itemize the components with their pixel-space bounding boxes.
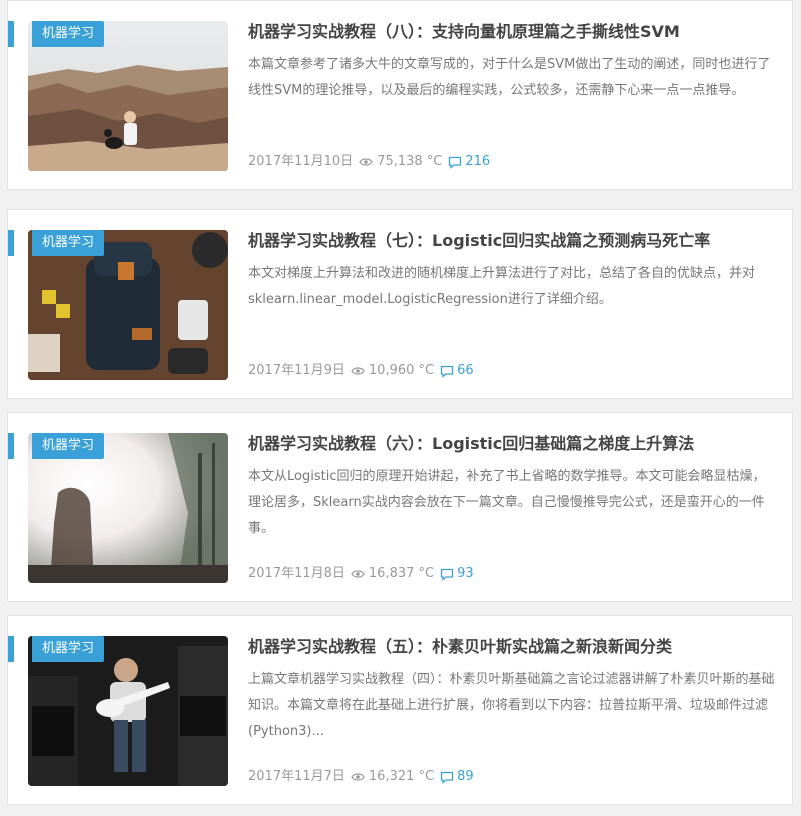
article-card[interactable]: 机器学习 机器学习实战教程（五）：朴素贝叶斯实战篇之新浪新闻分类 上篇文章机器学… bbox=[7, 615, 793, 805]
category-tag-bar bbox=[8, 433, 14, 459]
article-card[interactable]: 机器学习 机器学习实战教程（六）：Logistic回归基础篇之梯度上升算法 本文… bbox=[7, 412, 793, 602]
publish-date: 2017年11月8日 bbox=[248, 566, 345, 581]
category-tag[interactable]: 机器学习 bbox=[32, 433, 105, 459]
comment-count[interactable]: 89 bbox=[457, 767, 474, 787]
comment-count[interactable]: 66 bbox=[457, 361, 474, 381]
comment-icon[interactable] bbox=[440, 568, 454, 581]
category-tag-bar bbox=[8, 21, 14, 47]
category-tag-bar bbox=[8, 636, 14, 662]
comment-icon[interactable] bbox=[440, 771, 454, 784]
article-card[interactable]: 机器学习 机器学习实战教程（七）：Logistic回归实战篇之预测病马死亡率 本… bbox=[7, 209, 793, 399]
comment-count[interactable]: 93 bbox=[457, 564, 474, 584]
view-count: 75,138 °C bbox=[377, 154, 443, 169]
article-title[interactable]: 机器学习实战教程（八）：支持向量机原理篇之手撕线性SVM bbox=[248, 21, 778, 43]
view-count: 10,960 °C bbox=[368, 363, 435, 378]
eye-icon bbox=[351, 366, 365, 376]
comment-count[interactable]: 216 bbox=[465, 152, 490, 172]
category-tag[interactable]: 机器学习 bbox=[32, 21, 105, 47]
article-excerpt: 本文对梯度上升算法和改进的随机梯度上升算法进行了对比，总结了各自的优缺点，并对s… bbox=[248, 266, 756, 307]
article-excerpt: 本篇文章参考了诸多大牛的文章写成的，对于什么是SVM做出了生动的阐述，同时也进行… bbox=[248, 57, 771, 98]
article-card[interactable]: 机器学习 机器学习实战教程（八）：支持向量机原理篇之手撕线性SVM 本篇文章参考… bbox=[7, 0, 793, 190]
category-tag-bar bbox=[8, 230, 14, 256]
article-meta: 2017年11月10日 75,138 °C 216 bbox=[248, 152, 490, 172]
article-title[interactable]: 机器学习实战教程（七）：Logistic回归实战篇之预测病马死亡率 bbox=[248, 230, 778, 252]
category-tag[interactable]: 机器学习 bbox=[32, 636, 105, 662]
category-tag[interactable]: 机器学习 bbox=[32, 230, 105, 256]
view-count: 16,837 °C bbox=[368, 566, 435, 581]
comment-icon[interactable] bbox=[448, 156, 462, 169]
article-excerpt: 本文从Logistic回归的原理开始讲起，补充了书上省略的数学推导。本文可能会略… bbox=[248, 469, 766, 536]
article-excerpt: 上篇文章机器学习实战教程（四）：朴素贝叶斯基础篇之言论过滤器讲解了朴素贝叶斯的基… bbox=[248, 672, 775, 739]
eye-icon bbox=[351, 569, 365, 579]
article-meta: 2017年11月8日 16,837 °C 93 bbox=[248, 564, 474, 584]
article-meta: 2017年11月7日 16,321 °C 89 bbox=[248, 767, 474, 787]
article-title[interactable]: 机器学习实战教程（六）：Logistic回归基础篇之梯度上升算法 bbox=[248, 433, 778, 455]
eye-icon bbox=[359, 157, 373, 167]
eye-icon bbox=[351, 772, 365, 782]
article-title[interactable]: 机器学习实战教程（五）：朴素贝叶斯实战篇之新浪新闻分类 bbox=[248, 636, 778, 658]
publish-date: 2017年11月9日 bbox=[248, 363, 345, 378]
article-meta: 2017年11月9日 10,960 °C 66 bbox=[248, 361, 474, 381]
publish-date: 2017年11月10日 bbox=[248, 154, 354, 169]
comment-icon[interactable] bbox=[440, 365, 454, 378]
view-count: 16,321 °C bbox=[368, 769, 435, 784]
publish-date: 2017年11月7日 bbox=[248, 769, 345, 784]
